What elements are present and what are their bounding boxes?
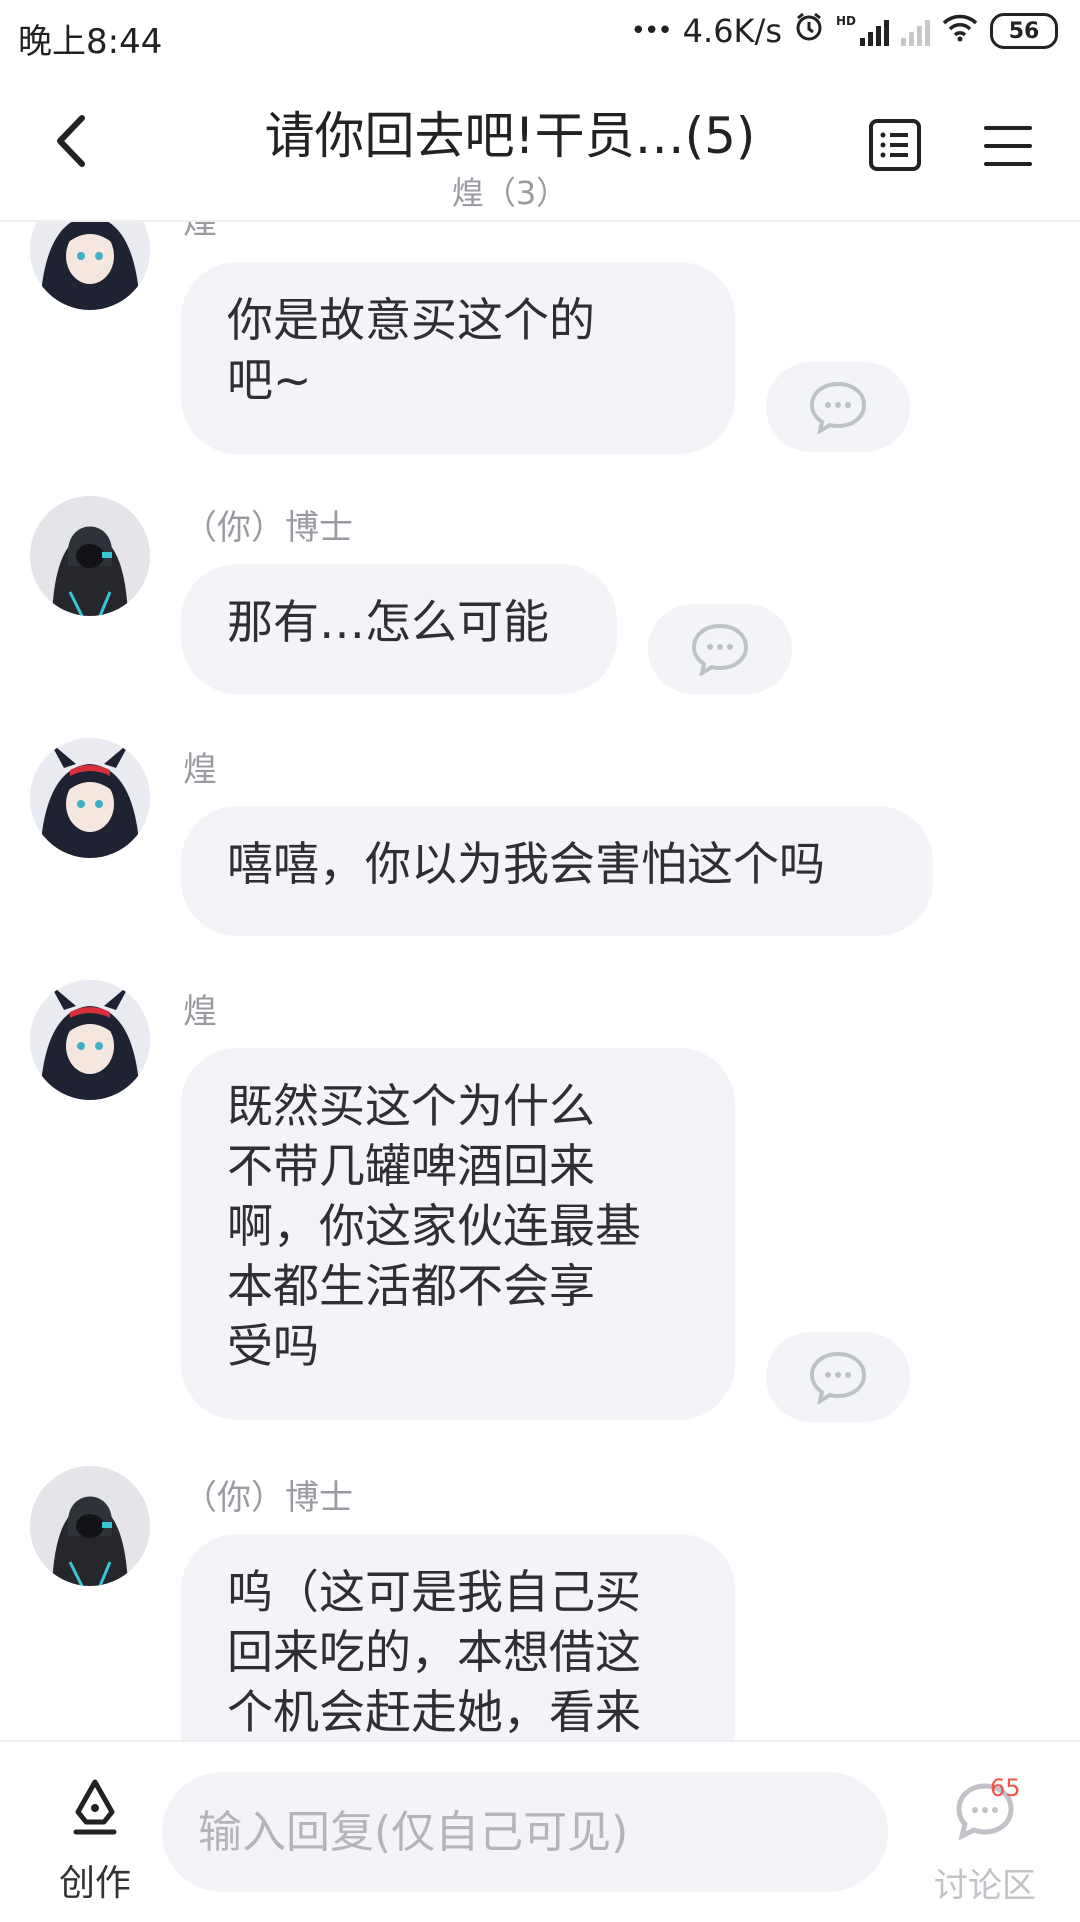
avatar-doctor[interactable]	[30, 1466, 150, 1586]
message-bubble[interactable]: 既然买这个为什么 不带几罐啤酒回来 啊，你这家伙连最基 本都生活都不会享 受吗	[181, 1048, 735, 1420]
signal-icon	[860, 16, 889, 46]
pen-nib-icon	[73, 1779, 117, 1835]
avatar-huang[interactable]	[30, 738, 150, 858]
message-sender: 煌	[183, 750, 217, 790]
chapter-list-button[interactable]	[868, 118, 922, 172]
comment-bubble-icon	[809, 1351, 867, 1404]
message-bubble[interactable]: 你是故意买这个的 吧~	[181, 262, 735, 454]
create-button[interactable]: 创作	[40, 1768, 150, 1904]
discussion-count-badge: 65	[990, 1774, 1021, 1802]
message-sender: （你）博士	[183, 508, 353, 548]
message-bubble[interactable]: 呜（这可是我自己买 回来吃的，本想借这 个机会赶走她，看来	[181, 1534, 735, 1740]
message-sender: 煌	[183, 992, 217, 1032]
avatar-huang[interactable]	[30, 222, 150, 310]
hamburger-icon	[984, 126, 1032, 166]
comment-bubble-icon	[809, 381, 867, 434]
message-bubble[interactable]: 嘻嘻，你以为我会害怕这个吗	[181, 806, 933, 936]
battery-indicator: 56	[990, 13, 1058, 49]
comment-button[interactable]	[648, 604, 792, 694]
dots-icon: •••	[630, 16, 673, 46]
network-type: HD	[835, 14, 856, 28]
page-title: 请你回去吧!干员…(5)	[264, 107, 756, 165]
page-subtitle: 煌（3）	[451, 174, 569, 212]
status-time: 晚上8:44	[18, 22, 163, 62]
comment-bubble-icon	[691, 623, 749, 676]
chat-messages[interactable]: 煌 你是故意买这个的 吧~ （你）博士 那有…怎么可能 煌 嘻嘻，你以为我会害怕…	[0, 222, 1080, 1740]
network-speed: 4.6K/s	[682, 12, 782, 50]
alarm-icon	[794, 12, 824, 50]
reply-input[interactable]	[162, 1772, 888, 1892]
comment-button[interactable]	[766, 362, 910, 452]
list-icon	[869, 119, 921, 171]
wifi-icon	[942, 12, 978, 50]
status-indicators: ••• 4.6K/s HD 56	[631, 12, 1058, 50]
discussion-icon	[956, 1783, 1014, 1841]
chevron-left-icon	[57, 115, 85, 167]
comment-button[interactable]	[766, 1332, 910, 1422]
avatar-huang[interactable]	[30, 980, 150, 1100]
message-sender: 煌	[183, 222, 217, 242]
discussion-label: 讨论区	[934, 1866, 1036, 1906]
chat-header: 请你回去吧!干员…(5) 煌（3）	[0, 72, 1080, 222]
message-sender: （你）博士	[183, 1478, 353, 1518]
bottom-bar: 创作 65 讨论区	[0, 1740, 1080, 1922]
discussion-button[interactable]: 65 讨论区	[920, 1768, 1050, 1908]
message-bubble[interactable]: 那有…怎么可能	[181, 564, 617, 694]
back-button[interactable]	[40, 106, 100, 176]
create-label: 创作	[58, 1863, 131, 1904]
avatar-doctor[interactable]	[30, 496, 150, 616]
status-bar: 晚上8:44 ••• 4.6K/s HD 56	[0, 0, 1080, 72]
menu-button[interactable]	[984, 122, 1032, 170]
signal-icon-secondary	[901, 16, 930, 46]
